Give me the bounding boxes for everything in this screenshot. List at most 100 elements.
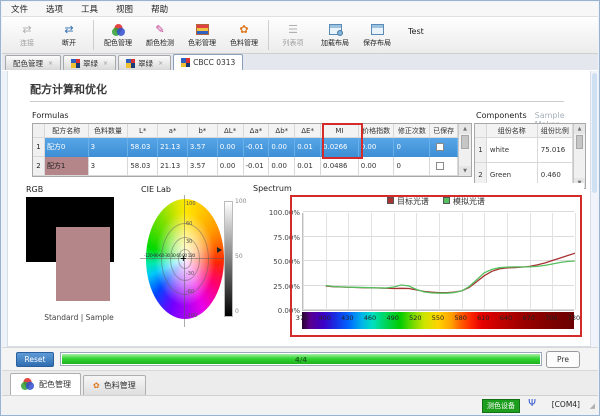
spectrum-curves	[303, 213, 575, 311]
cell-component-ratio: 75.016	[538, 138, 573, 163]
toolbar-button-4[interactable]: 色彩管理	[181, 19, 223, 52]
toolbar-button-2[interactable]: 配色管理	[97, 19, 139, 52]
doc-tab-1[interactable]: 翠绿×	[63, 55, 116, 70]
pre-button[interactable]: Pre	[546, 351, 580, 368]
toolbar-button-7[interactable]: 加载布局	[314, 19, 356, 52]
row-header-cell	[475, 124, 487, 138]
doc-tab-3[interactable]: CBCC 0313	[173, 54, 243, 70]
scroll-up-icon[interactable]: ▲	[574, 124, 585, 134]
toolbar-button-3[interactable]: ✎颜色检测	[139, 19, 181, 52]
bottom-tab-0[interactable]: 配色管理	[10, 373, 81, 395]
colorant-mgmt-icon: ✿	[93, 381, 100, 390]
cielab-b-tick: -30	[186, 271, 194, 277]
menu-item-1[interactable]: 选项	[37, 3, 72, 15]
spectrum-panel: Spectrum 目标光谱模拟光谱 100.00%75.00%50.00%25.…	[250, 183, 584, 345]
bottom-tab-1[interactable]: ✿色料管理	[83, 375, 146, 395]
menu-item-3[interactable]: 视图	[107, 3, 142, 15]
column-header-name[interactable]: 配方名称	[45, 124, 89, 138]
x-axis-tick: 700	[545, 314, 557, 322]
reset-button[interactable]: Reset	[16, 352, 54, 367]
cell-saved	[430, 138, 458, 157]
cell-dL: 0.00	[218, 138, 244, 157]
menu-item-0[interactable]: 文件	[2, 3, 37, 15]
scroll-up-icon[interactable]: ▲	[459, 124, 471, 134]
menu-item-4[interactable]: 帮助	[142, 3, 177, 15]
close-icon[interactable]: ×	[158, 60, 163, 67]
formula-row-1[interactable]: 1配方0358.0321.133.570.00-0.010.000.010.02…	[33, 138, 458, 157]
grid-line	[575, 213, 576, 310]
column-header-L[interactable]: L*	[128, 124, 158, 138]
column-header-a[interactable]: a*	[158, 124, 188, 138]
components-column-header-0[interactable]: 组份名称	[487, 124, 538, 138]
cell-count: 3	[89, 138, 129, 157]
toolbar-button-6: ☰列表项	[272, 19, 314, 52]
scrollbar-thumb[interactable]	[592, 73, 597, 193]
x-axis-tick: 430	[341, 314, 353, 322]
components-scrollbar[interactable]: ▲ ▼	[573, 124, 585, 188]
legend-swatch	[387, 197, 394, 204]
saved-checkbox[interactable]	[436, 162, 444, 170]
menu-item-2[interactable]: 工具	[72, 3, 107, 15]
column-header-fixes[interactable]: 修正次数	[394, 124, 430, 138]
column-header-dE[interactable]: ΔE*	[295, 124, 321, 138]
scrollbar-thumb[interactable]	[461, 135, 469, 149]
column-header-count[interactable]: 色料数量	[89, 124, 129, 138]
formulas-table-body: 配方名称色料数量L*a*b*ΔL*Δa*Δb*ΔE*MI价格指数修正次数已保存1…	[33, 124, 458, 176]
column-header-MI[interactable]: MI	[321, 124, 359, 138]
resize-grip-icon: ◢	[590, 402, 595, 410]
rgb-panel-label: RGB	[26, 185, 43, 194]
cell-L: 58.03	[128, 157, 158, 176]
color-mgmt-icon	[196, 22, 209, 37]
color-wheel-icon	[20, 377, 35, 393]
window-scrollbar[interactable]	[591, 71, 598, 347]
cielab-b-tick: 30	[186, 239, 192, 245]
column-header-db[interactable]: Δb*	[269, 124, 295, 138]
list-items-icon: ☰	[288, 22, 298, 37]
close-icon[interactable]: ×	[48, 60, 53, 67]
cell-db: 0.00	[269, 157, 295, 176]
doc-tab-0[interactable]: 配色管理×	[5, 55, 61, 70]
save-layout-icon	[371, 22, 384, 37]
cell-b: 3.57	[188, 138, 218, 157]
cell-a: 21.13	[158, 138, 188, 157]
column-header-price[interactable]: 价格指数	[359, 124, 395, 138]
toolbar-button-label: 配色管理	[104, 38, 132, 48]
saved-checkbox[interactable]	[436, 143, 444, 151]
cell-price: 0.00	[359, 138, 395, 157]
doc-tab-2[interactable]: 翠绿 ×	[118, 55, 171, 70]
column-header-dL[interactable]: ΔL*	[218, 124, 244, 138]
spectrum-panel-label: Spectrum	[253, 184, 292, 193]
disconnect-icon: ⇄	[64, 22, 73, 37]
cell-da: -0.01	[244, 157, 270, 176]
column-header-saved[interactable]: 已保存	[430, 124, 458, 138]
x-axis-tick: 490	[386, 314, 398, 322]
component-row-1[interactable]: 1white75.016	[475, 138, 573, 163]
toolbar-button-label: 色彩管理	[188, 38, 216, 48]
cielab-b-tick: -100	[186, 313, 197, 319]
formula-row-2[interactable]: 2配方1358.0321.133.570.00-0.010.000.010.04…	[33, 157, 458, 176]
cell-saved	[430, 157, 458, 176]
cell-dL: 0.00	[218, 157, 244, 176]
components-column-header-1[interactable]: 组份比例	[538, 124, 573, 138]
scroll-down-icon[interactable]: ▼	[459, 166, 471, 176]
main-content: 配方计算和优化 Formulas 配方名称色料数量L*a*b*ΔL*Δa*Δb*…	[7, 71, 591, 347]
grid-line	[303, 211, 574, 212]
y-axis-tick: 75.00%	[260, 234, 300, 242]
progress-row: Reset 4/4 Pre	[2, 347, 598, 371]
components-table: 组份名称组份比例1white75.0162Green0.460 ▲ ▼	[474, 123, 586, 189]
toolbar-button-label: 断开	[62, 38, 76, 48]
close-icon[interactable]: ×	[103, 60, 108, 67]
cell-dE: 0.01	[295, 157, 321, 176]
formulas-scrollbar[interactable]: ▲ ▼	[458, 124, 471, 176]
column-header-da[interactable]: Δa*	[244, 124, 270, 138]
toolbar-button-1[interactable]: ⇄断开	[48, 19, 90, 52]
cell-a: 21.13	[158, 157, 188, 176]
toolbar-button-5[interactable]: ✿色料管理	[223, 19, 265, 52]
scrollbar-thumb[interactable]	[576, 135, 583, 149]
toolbar-button-8[interactable]: 保存布局	[356, 19, 398, 52]
column-header-b[interactable]: b*	[188, 124, 218, 138]
tab-icon	[181, 58, 190, 67]
toolbar-button-label: 列表项	[283, 38, 304, 48]
doc-tab-label: 翠绿	[138, 58, 153, 69]
spectrum-plot	[302, 213, 574, 311]
